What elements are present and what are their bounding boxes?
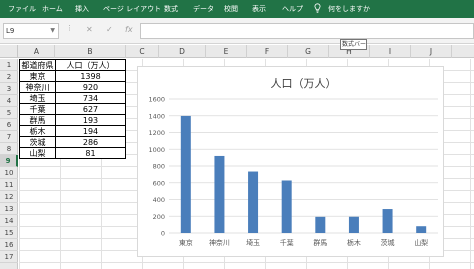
row-header[interactable]: 15 [0,227,18,239]
row-header-selected[interactable]: 9 [0,155,18,167]
row-header[interactable]: 17 [0,251,18,263]
x-tick-label: 千葉 [280,238,294,247]
tab-formulas[interactable]: 数式 [164,3,178,15]
column-header-b[interactable]: B [55,45,126,58]
row-header[interactable]: 4 [0,95,18,107]
name-box[interactable]: L9 ▼ [3,23,59,39]
row-header[interactable]: 7 [0,131,18,143]
tab-help[interactable]: ヘルプ [282,3,303,15]
table-cell[interactable]: 山梨 [19,147,56,159]
y-tick-label: 1400 [148,112,165,120]
lightbulb-icon [314,3,321,13]
row-header[interactable]: 1 [0,59,18,71]
chevron-down-icon[interactable]: ▼ [50,24,55,38]
bar-chart[interactable]: 人口（万人） 0 200 400 600 800 1000 1200 1400 1600 東京 神奈川… [137,66,444,257]
tab-data[interactable]: データ [193,3,214,15]
row-header[interactable]: 12 [0,191,18,203]
tell-me-search[interactable]: 何をしますか [328,3,370,15]
column-header-i[interactable]: I [370,45,411,58]
cancel-button[interactable]: ✕ [86,24,93,36]
formula-input[interactable] [140,23,474,39]
row-header[interactable]: 8 [0,143,18,155]
bar[interactable] [281,180,292,233]
y-tick-label: 800 [153,163,165,171]
x-tick-label: 埼玉 [246,238,260,247]
x-tick-label: 神奈川 [209,238,230,247]
formula-bar-tooltip: 数式バー [340,39,367,50]
row-header[interactable]: 14 [0,215,18,227]
bar[interactable] [416,226,427,233]
tab-insert[interactable]: 挿入 [75,3,89,15]
insert-function-button[interactable]: fx [125,24,133,36]
row-header[interactable]: 6 [0,119,18,131]
bar[interactable] [180,115,191,233]
bar[interactable] [214,155,225,233]
tab-view[interactable]: 表示 [252,3,266,15]
column-header-d[interactable]: D [159,45,206,58]
y-tick-label: 200 [153,213,165,221]
row-header[interactable]: 16 [0,239,18,251]
enter-button[interactable]: ✓ [106,24,113,36]
bar[interactable] [248,171,259,233]
x-tick-label: 群馬 [313,238,327,247]
column-header-e[interactable]: E [206,45,247,58]
table-cell[interactable]: 81 [55,147,126,159]
x-tick-label: 栃木 [347,238,361,247]
formula-bar: L9 ▼ ⋮ ✕ ✓ fx [0,18,474,44]
row-header[interactable]: 11 [0,179,18,191]
row-header[interactable]: 5 [0,107,18,119]
ribbon-tab-bar: ファイル ホーム 挿入 ページ レイアウト 数式 データ 校閲 表示 ヘルプ 何… [0,0,474,18]
row-header[interactable]: 2 [0,71,18,83]
tab-review[interactable]: 校閲 [224,3,238,15]
y-tick-label: 400 [153,196,165,204]
column-header-f[interactable]: F [247,45,288,58]
column-header-g[interactable]: G [288,45,329,58]
column-header-a[interactable]: A [19,45,55,58]
chart-title: 人口（万人） [271,77,337,90]
column-header-bar: A B C D E F G H I J [0,45,474,58]
tab-page-layout[interactable]: ページ レイアウト [103,3,161,15]
x-tick-label: 東京 [179,238,193,247]
y-tick-label: 1000 [148,146,165,154]
select-all-corner[interactable] [0,45,18,58]
x-tick-label: 茨城 [381,238,395,247]
tab-home[interactable]: ホーム [42,3,63,15]
bar[interactable] [348,216,359,233]
x-tick-label: 山梨 [414,238,428,247]
y-tick-label: 1600 [148,96,165,104]
tab-file[interactable]: ファイル [8,3,36,15]
row-header[interactable]: 3 [0,83,18,95]
bar[interactable] [382,209,393,233]
column-header-j[interactable]: J [411,45,452,58]
y-tick-label: 600 [153,179,165,187]
formula-bar-grip[interactable]: ⋮ [66,24,73,32]
y-tick-label: 1200 [148,129,165,137]
name-box-value: L9 [6,27,15,35]
bar[interactable] [315,216,326,233]
y-tick-label: 0 [161,230,165,238]
column-header-c[interactable]: C [126,45,159,58]
chart-canvas: 人口（万人） 0 200 400 600 800 1000 1200 1400 1600 東京 神奈川… [148,77,438,247]
row-header-bar: 1 2 3 4 5 6 7 8 9 10 11 12 13 14 15 16 1… [0,59,18,269]
row-header[interactable]: 13 [0,203,18,215]
row-header[interactable]: 10 [0,167,18,179]
